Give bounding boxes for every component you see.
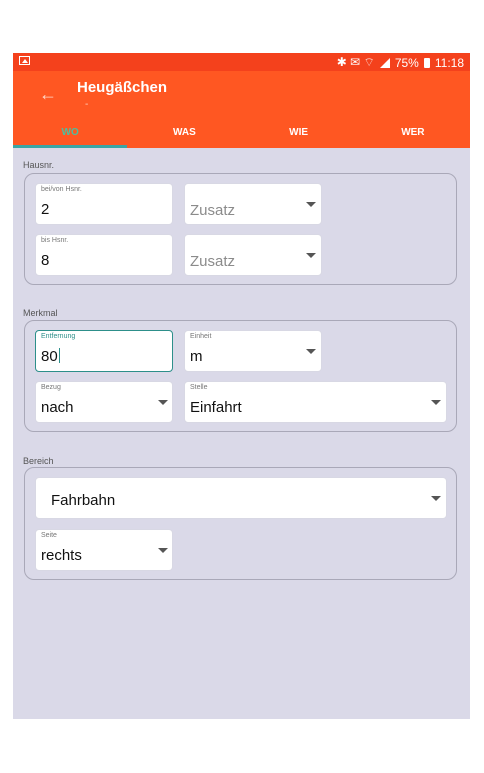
bereich-section-label: Bereich: [23, 456, 54, 466]
chevron-down-icon: [306, 349, 316, 354]
chevron-down-icon: [158, 548, 168, 553]
einheit-select[interactable]: Einheit m: [184, 330, 322, 372]
entfernung-field[interactable]: Entfernung 80: [35, 330, 173, 372]
bereich-select[interactable]: Fahrbahn: [35, 477, 447, 519]
signal-icon: [379, 57, 390, 68]
battery-percent: 75%: [394, 55, 419, 70]
from-hsnr-label: bei/von Hsnr.: [41, 186, 82, 193]
arrow-left-icon[interactable]: ←: [39, 85, 57, 103]
merkmal-section-label: Merkmal: [23, 308, 58, 318]
stelle-label: Stelle: [190, 384, 208, 391]
chevron-down-icon: [158, 400, 168, 405]
app-bar: ← Heugäßchen -: [13, 71, 470, 123]
page-title: Heugäßchen: [77, 79, 168, 96]
to-hsnr-label: bis Hsnr.: [41, 237, 69, 244]
to-hsnr-field[interactable]: bis Hsnr. 8: [35, 234, 173, 276]
page-subtitle: -: [85, 99, 89, 110]
seite-label: Seite: [41, 532, 57, 539]
tab-was[interactable]: WAS: [127, 123, 241, 148]
status-icons: ✱ ✉ ⌔: [336, 55, 375, 69]
zusatz-to-select[interactable]: Zusatz: [184, 234, 322, 276]
entfernung-label: Entfernung: [41, 333, 76, 340]
seite-value: rechts: [41, 547, 82, 564]
stelle-select[interactable]: Stelle Einfahrt: [184, 381, 447, 423]
bereich-value: Fahrbahn: [51, 492, 116, 509]
bezug-select[interactable]: Bezug nach: [35, 381, 173, 423]
entfernung-value: 80: [41, 348, 58, 365]
app-screen: ✱ ✉ ⌔ 75% 11:18 ← Heugäßchen - WO WAS WI…: [13, 53, 470, 719]
einheit-value: m: [190, 348, 203, 365]
tab-wer[interactable]: WER: [356, 123, 470, 148]
bezug-label: Bezug: [41, 384, 61, 391]
hausnr-section-label: Hausnr.: [23, 160, 55, 170]
tab-wo[interactable]: WO: [13, 123, 128, 148]
zusatz-to-placeholder: Zusatz: [190, 253, 236, 270]
einheit-label: Einheit: [190, 333, 212, 340]
battery-icon: [423, 57, 430, 68]
clock: 11:18: [434, 55, 464, 70]
from-hsnr-value: 2: [41, 201, 50, 218]
tab-wie[interactable]: WIE: [242, 123, 356, 148]
zusatz-from-placeholder: Zusatz: [190, 202, 236, 219]
chevron-down-icon: [306, 202, 316, 207]
chevron-down-icon: [431, 400, 441, 405]
to-hsnr-value: 8: [41, 252, 50, 269]
stelle-value: Einfahrt: [190, 399, 242, 416]
tab-bar: WO WAS WIE WER: [13, 123, 470, 148]
seite-select[interactable]: Seite rechts: [35, 529, 173, 571]
chevron-down-icon: [306, 253, 316, 258]
bezug-value: nach: [41, 399, 74, 416]
text-cursor: [58, 348, 60, 363]
status-bar: ✱ ✉ ⌔ 75% 11:18: [13, 53, 470, 71]
from-hsnr-field[interactable]: bei/von Hsnr. 2: [35, 183, 173, 225]
zusatz-from-select[interactable]: Zusatz: [184, 183, 322, 225]
image-notification-icon: [19, 56, 30, 65]
chevron-down-icon: [431, 496, 441, 501]
